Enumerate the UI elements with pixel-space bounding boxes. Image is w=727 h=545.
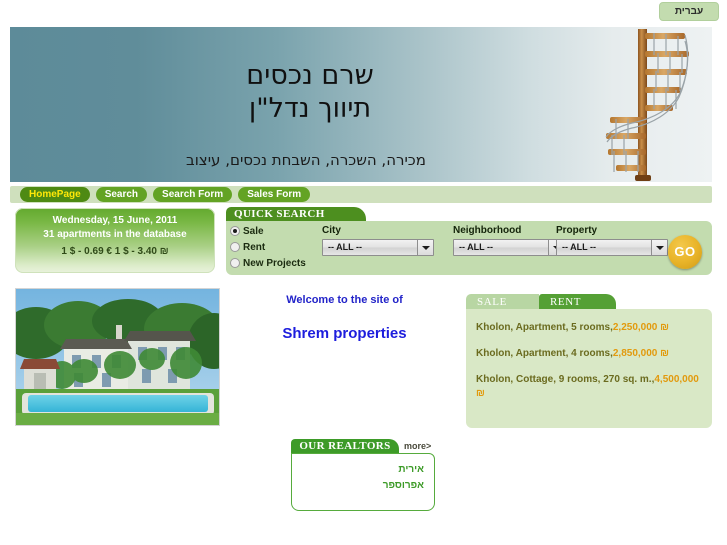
quick-search-title: QUICK SEARCH [226, 207, 366, 222]
nav-item-sales-form[interactable]: Sales Form [238, 187, 311, 202]
radio-icon-rent[interactable] [230, 242, 240, 252]
listing-item-2-description: Kholon, Apartment, 4 rooms, [476, 348, 613, 359]
main-navigation-items: HomePage Search Search Form Sales Form [20, 187, 311, 202]
apartment-count-label: 31 apartments in the database [43, 229, 187, 240]
welcome-line-2: Shrem properties [282, 325, 407, 342]
site-banner: שרם נכסים תיווך נדל"ן מכירה, השכרה, השבח… [10, 27, 712, 182]
radio-label-rent: Rent [243, 241, 266, 253]
nav-item-search-form[interactable]: Search Form [153, 187, 233, 202]
currency-rates-label: 1 $ - 0.69 € 1 $ - 3.40 ₪ [61, 246, 169, 257]
listing-item-1-description: Kholon, Apartment, 5 rooms, [476, 322, 613, 333]
nav-item-search[interactable]: Search [95, 187, 148, 202]
featured-property-photo [15, 288, 220, 426]
welcome-message: Welcome to the site of Shrem properties [232, 294, 457, 342]
label-city: City [322, 225, 341, 236]
current-date-label: Wednesday, 15 June, 2011 [52, 215, 178, 226]
field-property: Property -- ALL -- [556, 225, 668, 256]
quick-search-panel: Sale Rent New Projects City -- ALL -- Ne… [226, 221, 712, 275]
select-city[interactable]: -- ALL -- [322, 239, 434, 256]
realtor-name-1[interactable]: אירית [302, 462, 424, 478]
listing-item-3[interactable]: Kholon, Cottage, 9 rooms, 270 sq. m.,4,5… [476, 373, 702, 401]
listing-item-1[interactable]: Kholon, Apartment, 5 rooms,2,250,000 ₪ [476, 321, 702, 335]
field-neighborhood: Neighborhood -- ALL -- [453, 225, 565, 256]
banner-title-line2: תיווך נדל"ן [248, 93, 372, 124]
radio-icon-new-projects[interactable] [230, 258, 240, 268]
page-root: עברית שרם נכסים תיווך נדל"ן מכירה, השכרה… [0, 0, 727, 545]
tab-rent[interactable]: RENT [539, 294, 616, 310]
realtor-name-2[interactable]: אפרוספר [302, 478, 424, 494]
our-realtors-title: OUR REALTORS [291, 439, 399, 454]
radio-option-sale[interactable]: Sale [230, 223, 322, 239]
select-property-value: -- ALL -- [562, 242, 596, 252]
banner-subtitle: מכירה, השכרה, השבחת נכסים, עיצוב [186, 151, 426, 169]
field-city: City -- ALL -- [322, 225, 434, 256]
listing-item-2-price: 2,850,000 ₪ [612, 348, 669, 359]
our-realtors-more-link[interactable]: more> [404, 441, 431, 451]
banner-title-line1: שרם נכסים [246, 60, 374, 91]
language-bar: עברית [0, 0, 727, 22]
radio-icon-sale[interactable] [230, 226, 240, 236]
radio-label-sale: Sale [243, 225, 264, 237]
tab-sale[interactable]: SALE [466, 294, 539, 310]
select-property[interactable]: -- ALL -- [556, 239, 668, 256]
spiral-staircase-image [605, 29, 689, 181]
listing-item-3-description: Kholon, Cottage, 9 rooms, 270 sq. m., [476, 374, 655, 385]
chevron-down-icon-property[interactable] [651, 240, 667, 255]
radio-option-rent[interactable]: Rent [230, 239, 322, 255]
language-toggle-hebrew-button[interactable]: עברית [659, 2, 719, 21]
quick-search-radio-group: Sale Rent New Projects [230, 223, 322, 271]
label-neighborhood: Neighborhood [453, 225, 522, 236]
database-info-box: Wednesday, 15 June, 2011 31 apartments i… [15, 208, 215, 273]
select-neighborhood-value: -- ALL -- [459, 242, 493, 252]
quick-search-go-button[interactable]: GO [668, 235, 702, 269]
radio-label-new-projects: New Projects [243, 257, 306, 269]
radio-option-new-projects[interactable]: New Projects [230, 255, 322, 271]
listings-tab-bar: SALE RENT [466, 294, 616, 310]
listings-panel: Kholon, Apartment, 5 rooms,2,250,000 ₪ K… [466, 309, 712, 428]
listing-item-1-price: 2,250,000 ₪ [612, 322, 669, 333]
select-city-value: -- ALL -- [328, 242, 362, 252]
chevron-down-icon-city[interactable] [417, 240, 433, 255]
nav-item-homepage[interactable]: HomePage [20, 187, 90, 202]
our-realtors-panel: אירית אפרוספר [291, 453, 435, 511]
listing-item-2[interactable]: Kholon, Apartment, 4 rooms,2,850,000 ₪ [476, 347, 702, 361]
welcome-line-1: Welcome to the site of [286, 294, 403, 306]
villa-with-pool-illustration [16, 289, 219, 425]
select-neighborhood[interactable]: -- ALL -- [453, 239, 565, 256]
label-property: Property [556, 225, 598, 236]
banner-title: שרם נכסים תיווך נדל"ן [10, 59, 610, 125]
